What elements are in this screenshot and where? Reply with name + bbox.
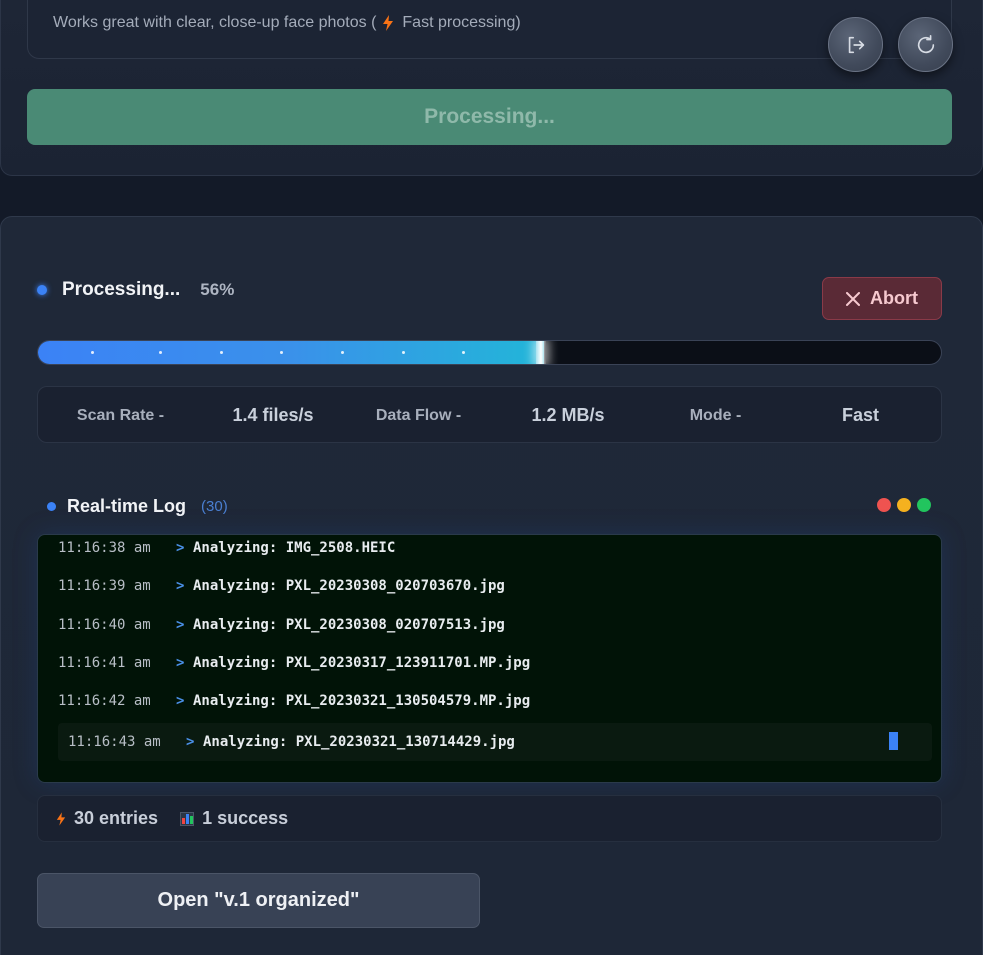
stats-panel: Scan Rate - 1.4 files/s Data Flow - 1.2 … [37,386,942,443]
entries-count: 30 entries [74,808,159,828]
processing-button[interactable]: Processing... [27,89,952,145]
hint-text-before: Works great with clear, close-up face ph… [53,14,377,31]
data-flow-label: Data Flow - [375,406,462,424]
bar-chart-icon [180,811,195,826]
mode-value: Fast [841,405,879,425]
log-console[interactable]: 11:16:38 am > Analyzing: IMG_2508.HEIC 1… [37,534,942,783]
log-line: 11:16:40 am > Analyzing: PXL_20230308_02… [58,617,505,633]
status-percent: 56% [200,280,235,299]
lightning-bolt-icon [56,811,66,826]
progress-card: Processing... 56% Abort Scan Rate - 1.4 … [0,216,983,955]
log-line-current: 11:16:43 am > Analyzing: PXL_20230321_13… [68,734,515,750]
refresh-button[interactable] [898,17,953,72]
upload-card: Works great with clear, close-up face ph… [0,0,983,176]
progress-bar [37,340,942,365]
logout-button[interactable] [828,17,883,72]
progress-glint [535,341,546,364]
page: Works great with clear, close-up face ph… [0,0,983,955]
log-count: (30) [201,498,228,515]
log-dot-icon [47,502,56,511]
window-controls [877,498,931,512]
log-line: 11:16:41 am > Analyzing: PXL_20230317_12… [58,655,531,671]
scan-rate-value: 1.4 files/s [232,405,314,425]
data-flow-value: 1.2 MB/s [531,405,605,425]
scan-rate-label: Scan Rate - [76,406,165,424]
lightning-bolt-icon [383,15,394,31]
logout-icon [848,36,864,53]
window-maximize-dot [917,498,931,512]
log-line: 11:16:42 am > Analyzing: PXL_20230321_13… [58,693,531,709]
log-title: Real-time Log [67,496,187,516]
success-count: 1 success [202,808,289,828]
open-folder-button[interactable]: Open "v.1 organized" [37,873,480,928]
close-icon [846,291,860,306]
log-line: 11:16:39 am > Analyzing: PXL_20230308_02… [58,578,505,594]
hint-box: Works great with clear, close-up face ph… [27,0,952,59]
refresh-icon [917,34,934,53]
abort-label: Abort [870,288,918,308]
cursor-icon [889,732,898,750]
mode-label: Mode - [689,406,742,424]
progress-fill [38,341,546,364]
abort-button[interactable]: Abort [822,277,942,320]
hint-text-after: Fast processing) [402,14,521,31]
log-summary: 30 entries 1 success [37,795,942,842]
status-row: Processing... 56% [37,279,234,301]
status-dot-icon [37,285,47,295]
window-close-dot [877,498,891,512]
window-minimize-dot [897,498,911,512]
log-line: 11:16:38 am > Analyzing: IMG_2508.HEIC [58,540,396,556]
log-header: Real-time Log (30) [47,496,228,517]
status-title: Processing... [62,279,181,300]
hint-text: Works great with clear, close-up face ph… [53,14,521,32]
